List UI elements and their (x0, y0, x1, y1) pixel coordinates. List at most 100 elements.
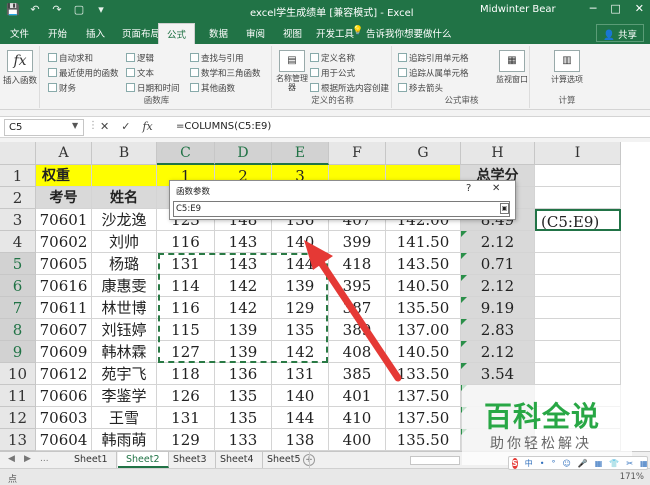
cell-F13[interactable]: 400 (329, 429, 386, 451)
cell-E9[interactable]: 142 (272, 341, 329, 363)
cell-I1[interactable] (535, 165, 621, 187)
tab-4[interactable]: 公式 (158, 23, 196, 44)
cell-A9[interactable]: 70609 (36, 341, 92, 363)
cell-A8[interactable]: 70607 (36, 319, 92, 341)
cell-D8[interactable]: 139 (215, 319, 272, 341)
row-header-10[interactable]: 10 (0, 363, 36, 385)
maximize-button[interactable]: □ (610, 2, 620, 15)
microphone-icon[interactable]: 🎤 (578, 459, 588, 468)
cell-B5[interactable]: 杨璐 (92, 253, 157, 275)
cell-H7[interactable]: 9.19 (461, 297, 535, 319)
cell-C8[interactable]: 115 (157, 319, 215, 341)
column-header-A[interactable]: A (36, 142, 92, 165)
tab-0[interactable]: 文件 (10, 26, 29, 40)
define-name-button[interactable]: 定义名称 (310, 52, 355, 64)
cell-A3[interactable]: 70601 (36, 209, 92, 231)
cell-E5[interactable]: 144 (272, 253, 329, 275)
cell-C6[interactable]: 114 (157, 275, 215, 297)
cell-G6[interactable]: 140.50 (386, 275, 461, 297)
cancel-icon[interactable]: ✕ (100, 120, 109, 133)
financial-button[interactable]: 财务 (48, 82, 76, 94)
cell-A6[interactable]: 70616 (36, 275, 92, 297)
row-header-11[interactable]: 11 (0, 385, 36, 407)
cell-I7[interactable] (535, 297, 621, 319)
sheet-tab-2[interactable]: Sheet2 (118, 452, 169, 468)
cell-F10[interactable]: 385 (329, 363, 386, 385)
cell-I9[interactable] (535, 341, 621, 363)
cell-B11[interactable]: 李鉴学 (92, 385, 157, 407)
cell-G9[interactable]: 140.50 (386, 341, 461, 363)
emoji-icon[interactable]: ☺ (562, 459, 570, 468)
scissors-icon[interactable]: ✂ (626, 459, 633, 468)
cell-A4[interactable]: 70602 (36, 231, 92, 253)
share-button[interactable]: 👤 共享 (596, 24, 644, 42)
more-functions-button[interactable]: 其他函数 (190, 82, 235, 94)
cell-G5[interactable]: 143.50 (386, 253, 461, 275)
cell-F4[interactable]: 399 (329, 231, 386, 253)
tab-6[interactable]: 审阅 (246, 26, 265, 40)
horizontal-scrollbar[interactable] (410, 456, 460, 465)
trace-precedents-button[interactable]: 追踪引用单元格 (398, 52, 469, 64)
cell-E8[interactable]: 135 (272, 319, 329, 341)
next-sheet-icon[interactable]: ▶ (24, 454, 31, 464)
cell-G10[interactable]: 133.50 (386, 363, 461, 385)
insert-function-button[interactable]: fx 插入函数 (3, 50, 37, 86)
math-button[interactable]: 数学和三角函数 (190, 67, 261, 79)
cell-C4[interactable]: 116 (157, 231, 215, 253)
tab-5[interactable]: 数据 (209, 26, 228, 40)
sogou-logo-icon[interactable]: S (512, 457, 518, 469)
row-header-5[interactable]: 5 (0, 253, 36, 275)
column-header-I[interactable]: I (535, 142, 621, 165)
cell-G12[interactable]: 137.50 (386, 407, 461, 429)
formula-input[interactable]: =COLUMNS(C5:E9) (176, 121, 271, 132)
cell-E7[interactable]: 129 (272, 297, 329, 319)
row-header-6[interactable]: 6 (0, 275, 36, 297)
cell-F8[interactable]: 389 (329, 319, 386, 341)
cell-A5[interactable]: 70605 (36, 253, 92, 275)
user-name[interactable]: Midwinter Bear (480, 4, 556, 15)
row-header-13[interactable]: 13 (0, 429, 36, 451)
sheet-tab-5[interactable]: Sheet5 (259, 452, 310, 468)
select-all-corner[interactable] (0, 142, 36, 165)
cell-C12[interactable]: 131 (157, 407, 215, 429)
cell-D13[interactable]: 133 (215, 429, 272, 451)
column-header-G[interactable]: G (386, 142, 461, 165)
row-header-4[interactable]: 4 (0, 231, 36, 253)
row-header-12[interactable]: 12 (0, 407, 36, 429)
cell-D5[interactable]: 143 (215, 253, 272, 275)
dialog-range-input[interactable]: C5:E9 (173, 201, 510, 217)
lookup-button[interactable]: 查找与引用 (190, 52, 244, 64)
cell-F6[interactable]: 395 (329, 275, 386, 297)
cell-D11[interactable]: 135 (215, 385, 272, 407)
cell-A12[interactable]: 70603 (36, 407, 92, 429)
cell-B2[interactable]: 姓名 (92, 187, 157, 209)
cell-F11[interactable]: 401 (329, 385, 386, 407)
cell-F12[interactable]: 410 (329, 407, 386, 429)
cell-B12[interactable]: 王雪 (92, 407, 157, 429)
active-cell-I3[interactable]: (C5:E9) (535, 209, 621, 231)
cell-I2[interactable] (535, 187, 621, 209)
use-in-formula-button[interactable]: 用于公式 (310, 67, 355, 79)
chinese-mode-icon[interactable]: 中 (525, 458, 533, 469)
keyboard-icon[interactable]: ▦ (595, 459, 603, 468)
cell-C7[interactable]: 116 (157, 297, 215, 319)
cell-I10[interactable] (535, 363, 621, 385)
column-header-H[interactable]: H (461, 142, 535, 165)
cell-H10[interactable]: 3.54 (461, 363, 535, 385)
cell-E10[interactable]: 131 (272, 363, 329, 385)
cell-B6[interactable]: 康惠雯 (92, 275, 157, 297)
cell-B9[interactable]: 韩林霖 (92, 341, 157, 363)
sheet-tab-1[interactable]: Sheet1 (66, 452, 117, 468)
tab-9[interactable]: 告诉我你想要做什么 (366, 26, 452, 40)
cell-B8[interactable]: 刘钰婷 (92, 319, 157, 341)
toolbox-icon[interactable]: ▦ (640, 459, 648, 468)
cell-H4[interactable]: 2.12 (461, 231, 535, 253)
cell-E6[interactable]: 139 (272, 275, 329, 297)
tab-7[interactable]: 视图 (283, 26, 302, 40)
cell-G4[interactable]: 141.50 (386, 231, 461, 253)
enter-icon[interactable]: ✓ (121, 120, 130, 133)
cell-G8[interactable]: 137.00 (386, 319, 461, 341)
cell-G7[interactable]: 135.50 (386, 297, 461, 319)
cell-B3[interactable]: 沙龙逸 (92, 209, 157, 231)
row-header-3[interactable]: 3 (0, 209, 36, 231)
